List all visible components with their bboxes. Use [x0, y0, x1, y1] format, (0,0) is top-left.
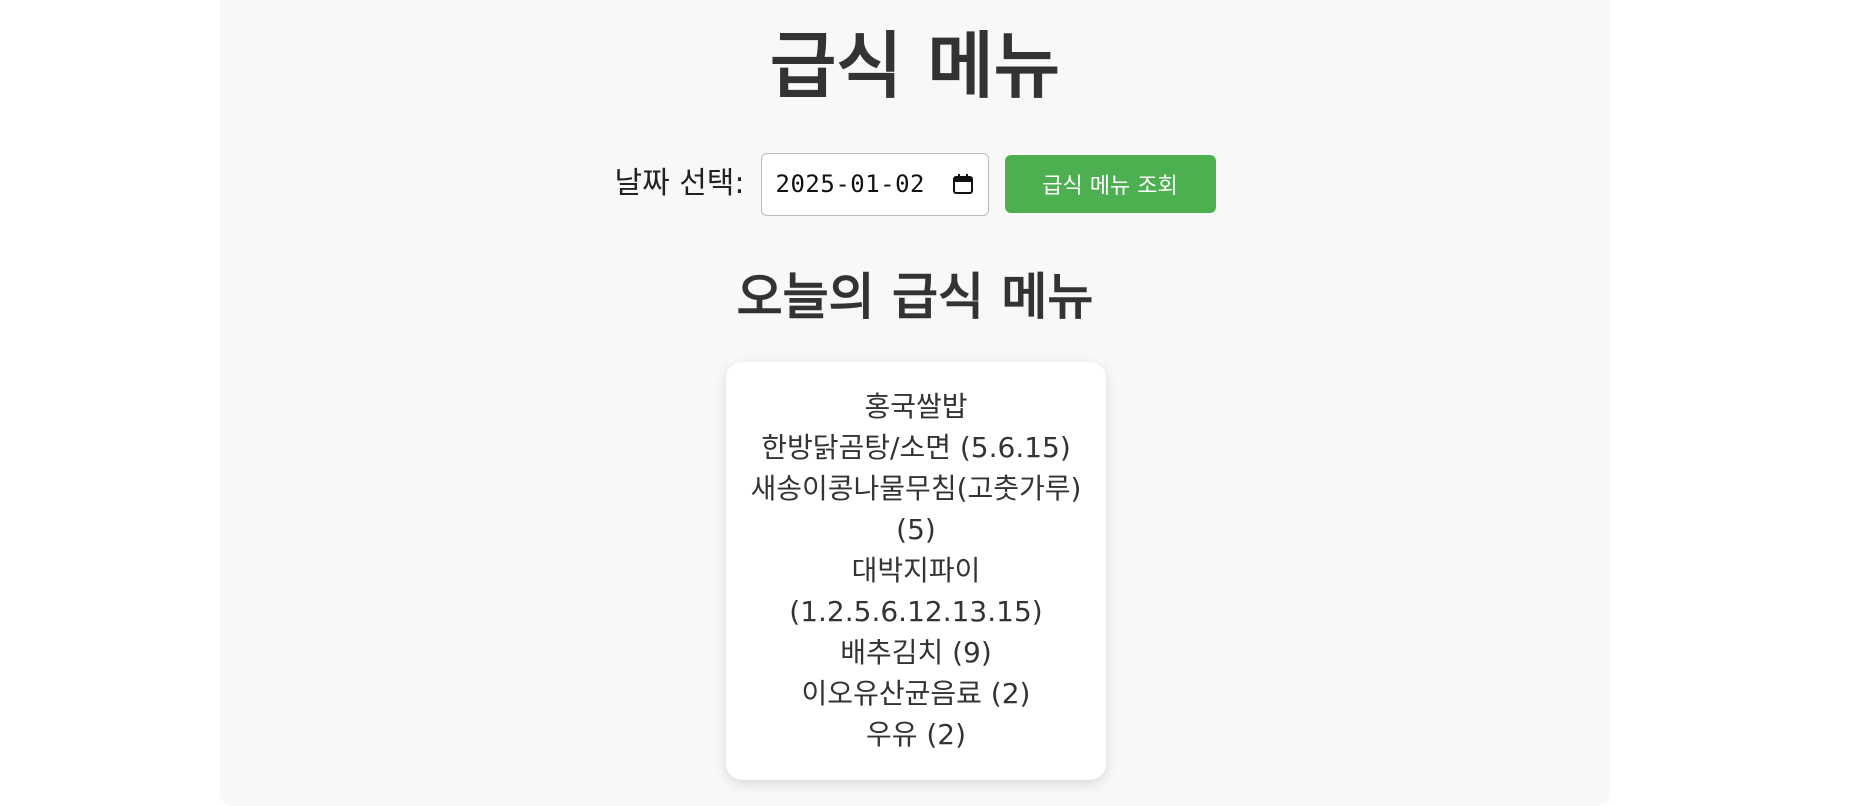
date-controls: 날짜 선택: 2025-01-02 급식 메뉴 조회: [220, 152, 1610, 216]
menu-item: 대박지파이 (1.2.5.6.12.13.15): [789, 554, 1043, 628]
menu-card: 홍국쌀밥 한방닭곰탕/소면 (5.6.15) 새송이콩나물무침(고춧가루) (5…: [726, 362, 1106, 780]
menu-heading: 오늘의 급식 메뉴: [736, 268, 1094, 326]
page-title: 급식 메뉴: [769, 24, 1061, 108]
main-container: 급식 메뉴 날짜 선택: 2025-01-02 급식 메뉴 조회 오늘의 급식 …: [220, 0, 1610, 806]
calendar-icon[interactable]: [952, 173, 974, 195]
menu-item: 새송이콩나물무침(고춧가루) (5): [750, 472, 1082, 546]
date-label: 날짜 선택:: [614, 166, 745, 201]
menu-item: 홍국쌀밥: [864, 390, 968, 423]
menu-item: 우유 (2): [865, 718, 967, 751]
date-input[interactable]: 2025-01-02: [760, 152, 989, 216]
menu-item: 배추김치 (9): [840, 636, 992, 669]
menu-item: 한방닭곰탕/소면 (5.6.15): [761, 431, 1071, 464]
menu-list: 홍국쌀밥 한방닭곰탕/소면 (5.6.15) 새송이콩나물무침(고춧가루) (5…: [748, 386, 1084, 755]
date-value[interactable]: 2025-01-02: [776, 170, 952, 198]
lookup-menu-button[interactable]: 급식 메뉴 조회: [1004, 155, 1216, 213]
menu-item: 이오유산균음료 (2): [801, 677, 1031, 710]
